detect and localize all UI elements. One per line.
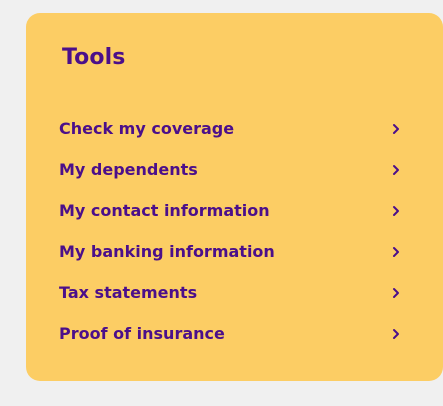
tool-link-my-dependents[interactable]: My dependents	[26, 149, 443, 190]
tool-link-check-my-coverage[interactable]: Check my coverage	[26, 108, 443, 149]
chevron-right-icon	[390, 164, 402, 176]
chevron-right-icon	[390, 205, 402, 217]
tool-link-label: My dependents	[59, 159, 198, 179]
chevron-right-icon	[390, 287, 402, 299]
tool-link-label: My contact information	[59, 200, 270, 220]
tool-link-my-contact-information[interactable]: My contact information	[26, 190, 443, 231]
chevron-right-icon	[390, 246, 402, 258]
tools-list: Check my coverage My dependents My conta…	[26, 108, 443, 354]
tool-link-label: Proof of insurance	[59, 323, 225, 343]
tool-link-label: Tax statements	[59, 282, 198, 302]
chevron-right-icon	[390, 123, 402, 135]
tool-link-my-banking-information[interactable]: My banking information	[26, 231, 443, 272]
tool-link-label: My banking information	[59, 241, 275, 261]
tool-link-proof-of-insurance[interactable]: Proof of insurance	[26, 313, 443, 354]
tool-link-label: Check my coverage	[59, 118, 235, 138]
tools-card: Tools Check my coverage My dependents My…	[26, 13, 443, 381]
chevron-right-icon	[390, 328, 402, 340]
tools-title: Tools	[62, 45, 126, 70]
tool-link-tax-statements[interactable]: Tax statements	[26, 272, 443, 313]
